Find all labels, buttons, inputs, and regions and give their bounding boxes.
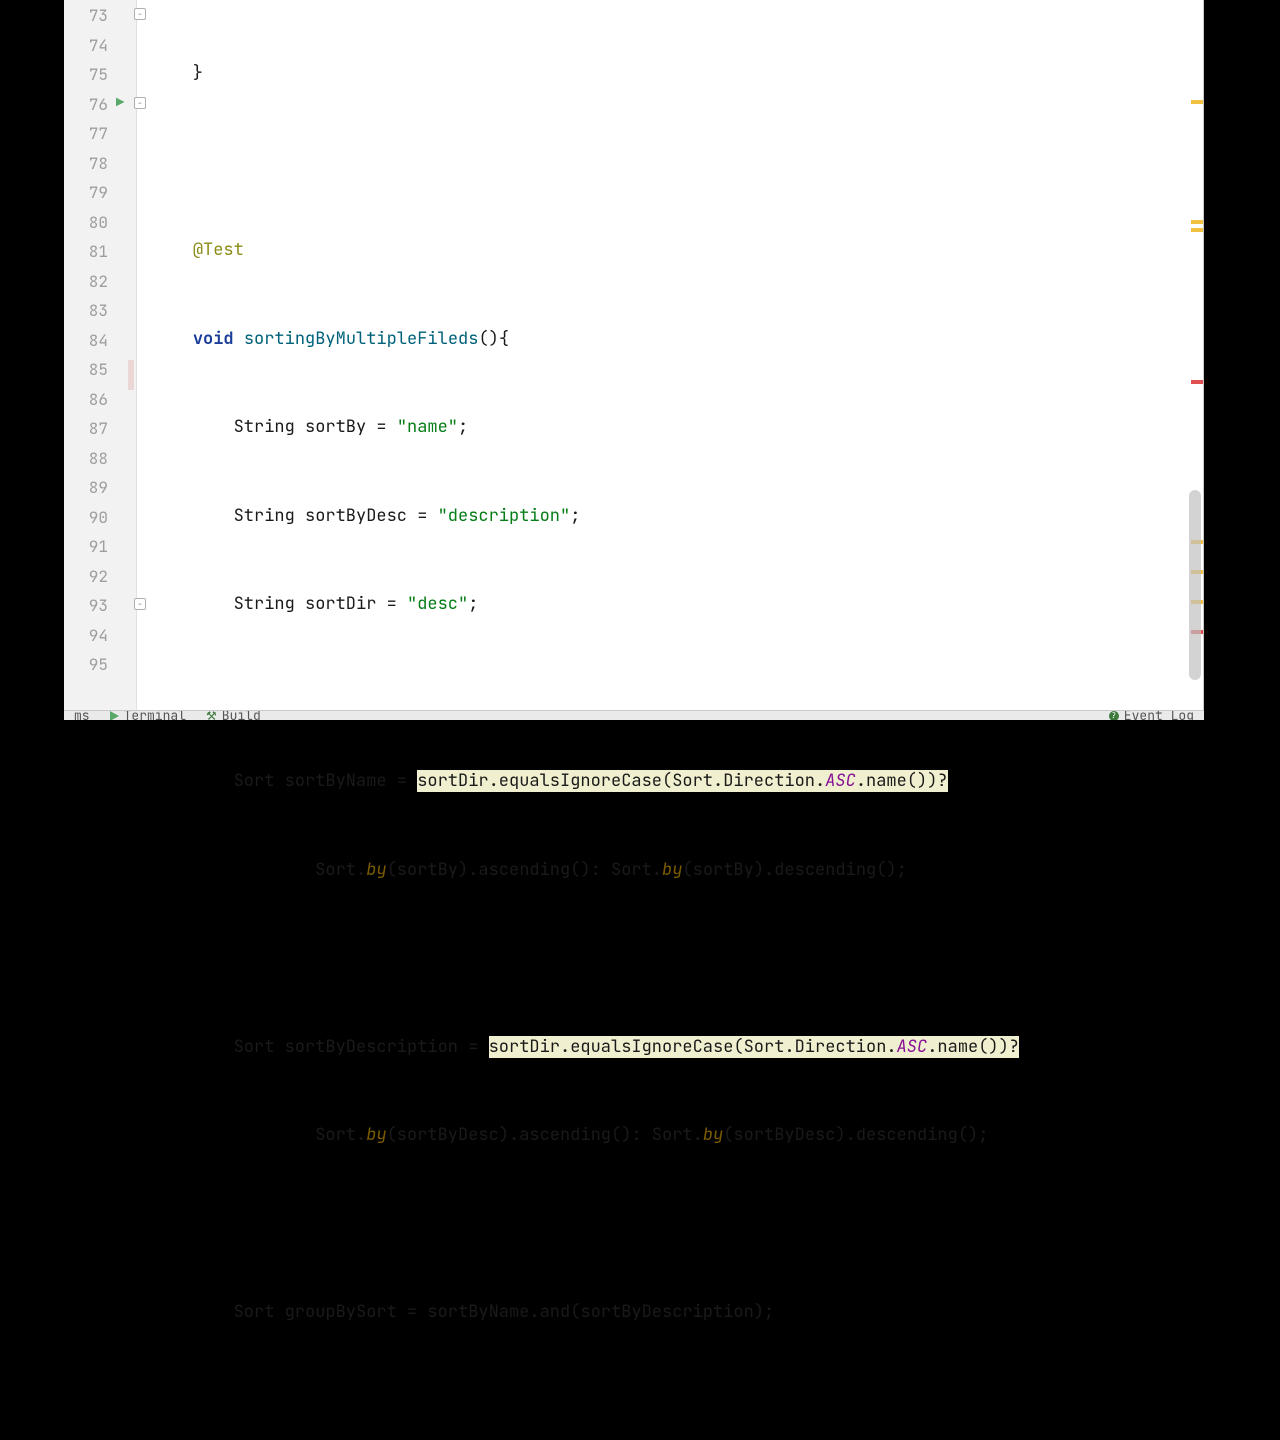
line-number[interactable]: 73: [64, 1, 108, 31]
line-number[interactable]: 79: [64, 178, 108, 208]
line-number[interactable]: 80: [64, 208, 108, 238]
line-number[interactable]: 86: [64, 385, 108, 415]
fold-handle[interactable]: −: [134, 8, 146, 20]
run-gutter[interactable]: ▶: [114, 0, 136, 720]
code-line: Sort sortByDescription = sortDir.equalsI…: [152, 1033, 1203, 1063]
line-number[interactable]: 92: [64, 562, 108, 592]
code-line: Sort groupBySort = sortByName.and(sortBy…: [152, 1298, 1203, 1328]
line-number[interactable]: 81: [64, 237, 108, 267]
line-number[interactable]: 93: [64, 591, 108, 621]
build-tab[interactable]: ⚒Build: [196, 710, 271, 720]
code-line: Sort.by(sortByDesc).ascending(): Sort.by…: [152, 1121, 1203, 1151]
scrollbar-marker-error[interactable]: [1191, 380, 1203, 384]
code-line: void sortingByMultipleFileds(){: [152, 325, 1203, 355]
code-area[interactable]: } @Test void sortingByMultipleFileds(){ …: [150, 0, 1203, 720]
terminal-tab[interactable]: Terminal: [100, 710, 196, 720]
line-number[interactable]: 91: [64, 532, 108, 562]
info-icon: ?: [1109, 711, 1119, 721]
editor-scrollbar[interactable]: [1185, 0, 1203, 720]
line-number[interactable]: 77: [64, 119, 108, 149]
code-line: String sortDir = "desc";: [152, 590, 1203, 620]
scrollbar-marker-warning[interactable]: [1191, 100, 1203, 104]
line-number[interactable]: 82: [64, 267, 108, 297]
code-line: @Test: [152, 236, 1203, 266]
bottom-tool-bar[interactable]: ms Terminal ⚒Build ?Event Log: [64, 710, 1204, 720]
line-number[interactable]: 95: [64, 650, 108, 680]
line-number[interactable]: 84: [64, 326, 108, 356]
code-line: }: [152, 59, 1203, 89]
line-number[interactable]: 75: [64, 60, 108, 90]
terminal-icon: [110, 711, 119, 721]
line-number[interactable]: 90: [64, 503, 108, 533]
event-log-tab[interactable]: ?Event Log: [1099, 710, 1204, 720]
code-line: [152, 1210, 1203, 1240]
code-editor-pane[interactable]: 7374757677787980818283848586878889909192…: [64, 0, 1204, 720]
code-line: [152, 944, 1203, 974]
code-line: String sortBy = "name";: [152, 413, 1203, 443]
line-number[interactable]: 76: [64, 90, 108, 120]
code-line: String sortByDesc = "description";: [152, 502, 1203, 532]
line-number-gutter[interactable]: 7374757677787980818283848586878889909192…: [64, 0, 114, 720]
line-number[interactable]: 89: [64, 473, 108, 503]
line-number[interactable]: 87: [64, 414, 108, 444]
hammer-icon: ⚒: [206, 710, 217, 720]
problems-tab[interactable]: ms: [64, 710, 100, 720]
line-number[interactable]: 83: [64, 296, 108, 326]
code-line: [152, 679, 1203, 709]
scrollbar-marker-warning[interactable]: [1191, 228, 1203, 232]
run-test-icon[interactable]: ▶: [116, 96, 124, 110]
line-number[interactable]: 78: [64, 149, 108, 179]
fold-gutter[interactable]: − − −: [136, 0, 150, 720]
line-number[interactable]: 88: [64, 444, 108, 474]
code-line: Sort sortByName = sortDir.equalsIgnoreCa…: [152, 767, 1203, 797]
fold-handle[interactable]: −: [134, 97, 146, 109]
scrollbar-marker-warning[interactable]: [1191, 220, 1203, 224]
line-number[interactable]: 74: [64, 31, 108, 61]
fold-handle[interactable]: −: [134, 598, 146, 610]
code-line: [152, 1387, 1203, 1417]
line-number[interactable]: 94: [64, 621, 108, 651]
code-line: Sort.by(sortBy).ascending(): Sort.by(sor…: [152, 856, 1203, 886]
code-line: [152, 148, 1203, 178]
line-number[interactable]: 85: [64, 355, 108, 385]
scrollbar-thumb[interactable]: [1189, 490, 1201, 680]
